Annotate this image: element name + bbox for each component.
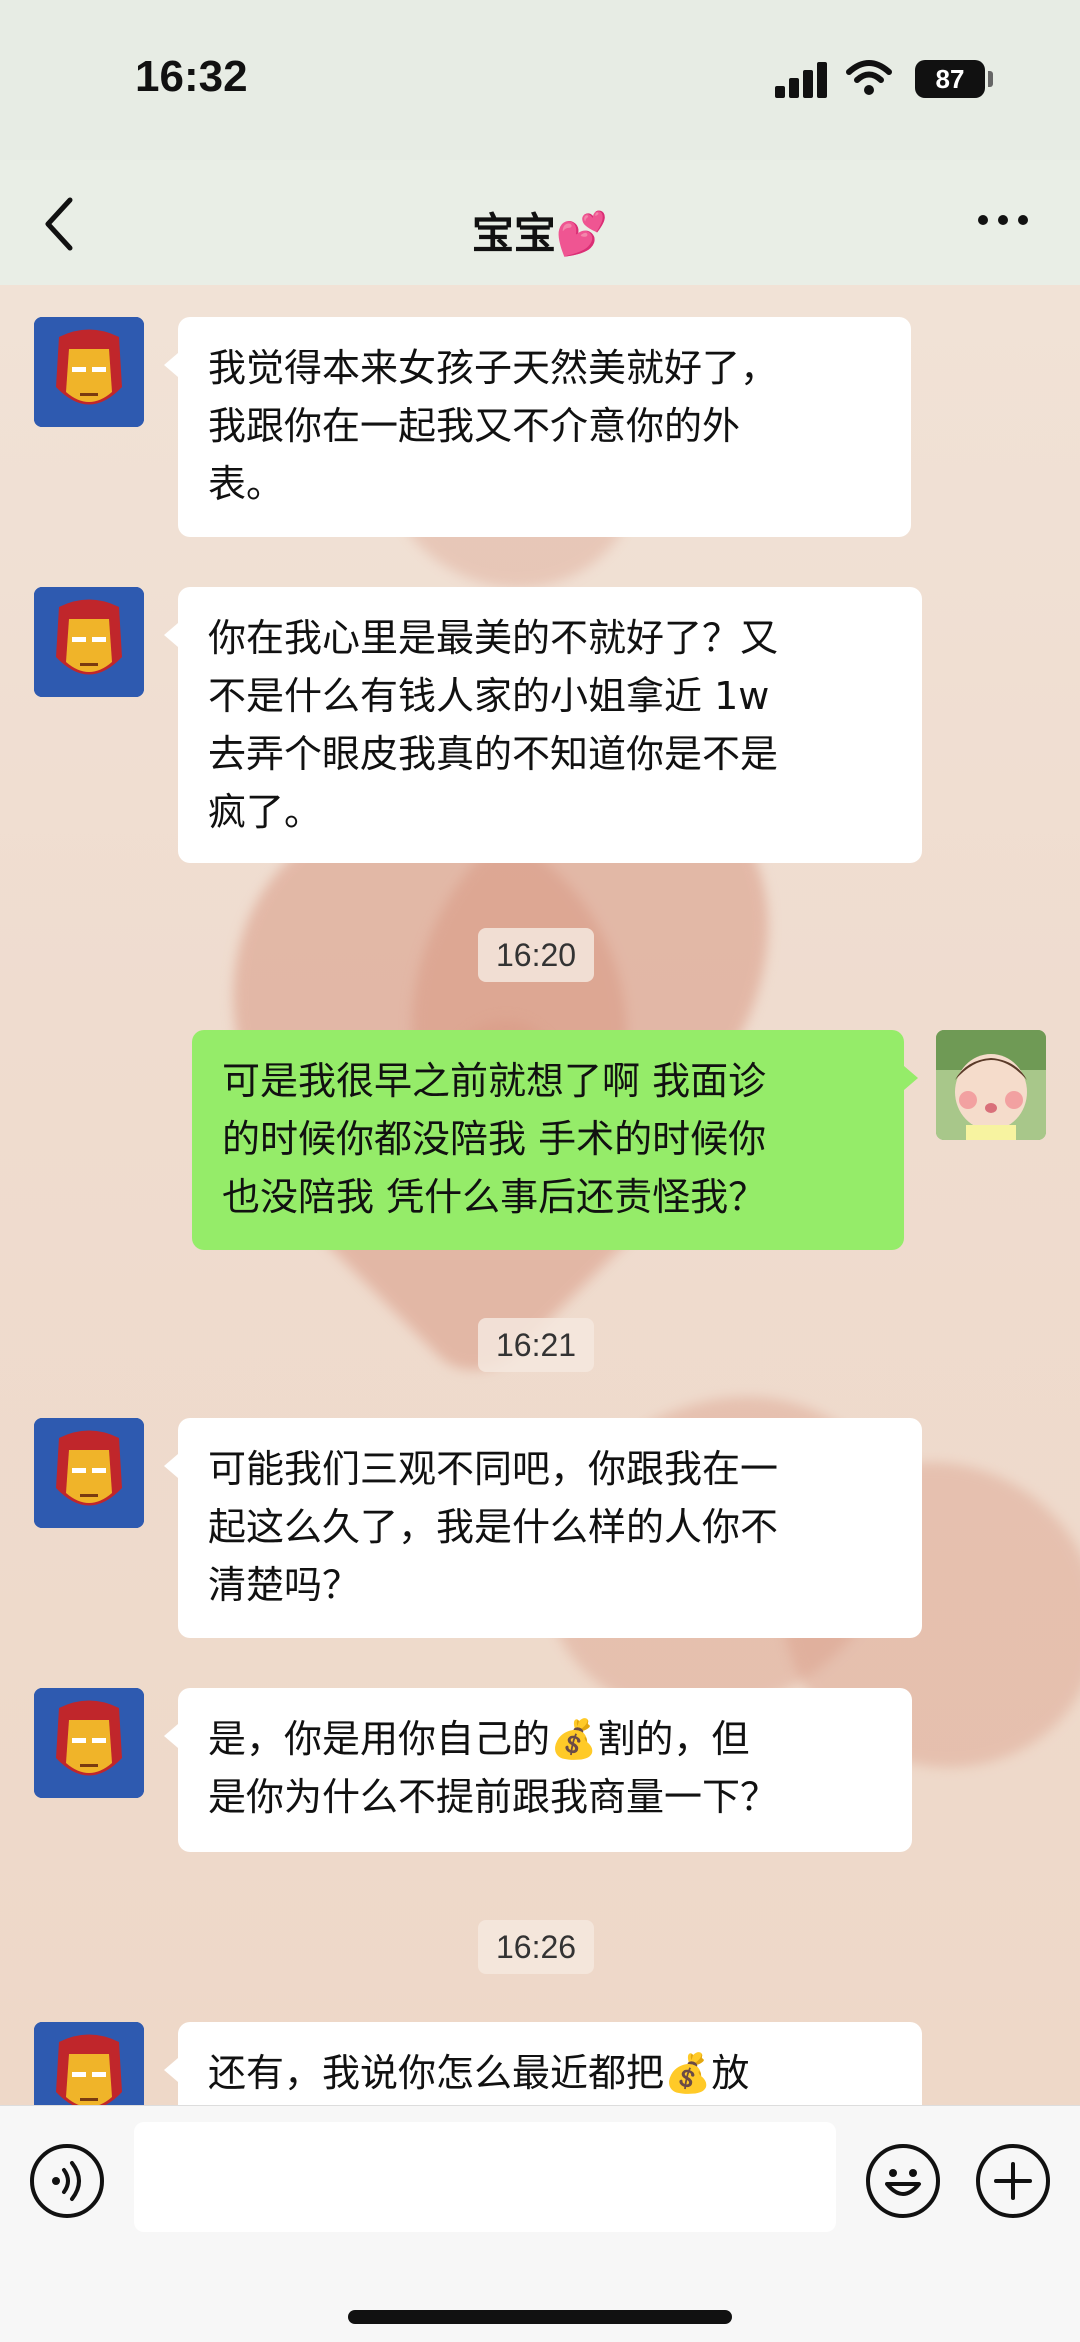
ironman-avatar-icon bbox=[34, 1688, 144, 1798]
avatar-ironman[interactable] bbox=[34, 1688, 144, 1798]
message-timestamp: 16:26 bbox=[478, 1920, 595, 1974]
voice-waves-icon bbox=[52, 2161, 81, 2201]
chat-title: 宝宝💕 bbox=[0, 200, 1080, 261]
status-bar: 16:32 87 bbox=[0, 0, 1080, 160]
ironman-avatar-icon bbox=[34, 1418, 144, 1528]
input-bar bbox=[0, 2105, 1080, 2342]
chat-header: 宝宝💕 bbox=[0, 160, 1080, 285]
voice-icon[interactable] bbox=[30, 2144, 104, 2218]
emoji-icon[interactable] bbox=[866, 2144, 940, 2218]
wifi-icon bbox=[846, 60, 892, 95]
avatar-self[interactable] bbox=[936, 1030, 1046, 1140]
self-avatar-icon bbox=[936, 1030, 1046, 1140]
message-bubble-received[interactable]: 是，你是用你自己的💰割的，但 是你为什么不提前跟我商量一下？ bbox=[164, 1688, 912, 1852]
cellular-signal-icon bbox=[775, 62, 829, 98]
message-bubble-sent[interactable]: 可是我很早之前就想了啊 我面诊 的时候你都没陪我 手术的时候你 也没陪我 凭什么… bbox=[192, 1030, 918, 1250]
status-time: 16:32 bbox=[135, 52, 248, 101]
message-bubble-received[interactable]: 我觉得本来女孩子天然美就好了， 我跟你在一起我又不介意你的外 表。 bbox=[164, 317, 911, 537]
smiley-face-icon bbox=[885, 2169, 921, 2196]
message-bubble-received[interactable]: 你在我心里是最美的不就好了？又 不是什么有钱人家的小姐拿近 1w 去弄个眼皮我真… bbox=[164, 587, 922, 863]
avatar-ironman[interactable] bbox=[34, 1418, 144, 1528]
plus-sign-icon bbox=[994, 2162, 1032, 2200]
plus-icon[interactable] bbox=[976, 2144, 1050, 2218]
avatar-ironman[interactable] bbox=[34, 587, 144, 697]
home-indicator bbox=[348, 2310, 732, 2324]
more-dots-icon[interactable] bbox=[978, 215, 1028, 229]
message-input[interactable] bbox=[134, 2122, 836, 2232]
message-timestamp: 16:20 bbox=[478, 928, 595, 982]
battery-tip bbox=[988, 71, 993, 87]
ironman-avatar-icon bbox=[34, 317, 144, 427]
ironman-avatar-icon bbox=[34, 587, 144, 697]
chat-title-text: 宝宝 bbox=[471, 209, 556, 258]
message-timestamp: 16:21 bbox=[478, 1318, 595, 1372]
message-bubble-received[interactable]: 可能我们三观不同吧，你跟我在一 起这么久了，我是什么样的人你不 清楚吗？ bbox=[164, 1418, 922, 1638]
battery-icon: 87 bbox=[915, 60, 985, 98]
heart-emoji: 💕 bbox=[555, 209, 609, 258]
avatar-ironman[interactable] bbox=[34, 317, 144, 427]
